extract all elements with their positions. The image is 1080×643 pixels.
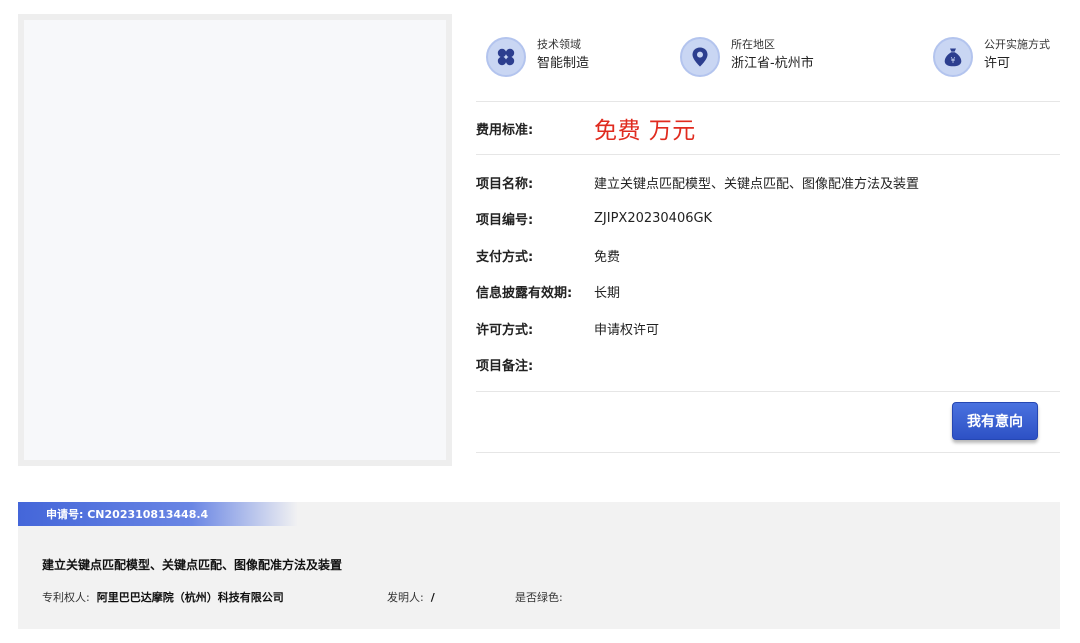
patent-meta: 专利权人: 阿里巴巴达摩院（杭州）科技有限公司 发明人: / 是否绿色: — [42, 589, 566, 605]
detail-label: 支付方式: — [476, 249, 534, 265]
product-image-placeholder — [18, 14, 452, 466]
attr-label: 所在地区 — [731, 38, 775, 51]
detail-value: 长期 — [594, 286, 621, 302]
patent-holder: 专利权人: 阿里巴巴达摩院（杭州）科技有限公司 — [42, 589, 387, 605]
fee-label: 费用标准: — [476, 122, 534, 138]
detail-label: 项目名称: — [476, 176, 534, 192]
divider — [476, 452, 1060, 453]
inventor-label: 发明人: — [387, 591, 424, 604]
attr-tech-field: 技术领域 智能制造 — [486, 36, 589, 77]
detail-row-project-name: 项目名称: 建立关键点匹配模型、关键点匹配、图像配准方法及装置 — [476, 164, 1060, 201]
holder-label: 专利权人: — [42, 591, 90, 604]
attr-value: 许可 — [984, 56, 1011, 71]
attribute-bar: 技术领域 智能制造 所在地区 浙江省-杭州市 ¥ 公开实施方式 许可 — [476, 14, 1060, 101]
attr-implementation: ¥ 公开实施方式 许可 — [933, 36, 1050, 77]
detail-label: 项目备注: — [476, 359, 534, 375]
grid-icon — [486, 37, 526, 77]
attr-value: 浙江省-杭州市 — [731, 56, 814, 71]
intent-button[interactable]: 我有意向 — [952, 402, 1038, 440]
detail-label: 信息披露有效期: — [476, 286, 573, 302]
action-area: 我有意向 — [476, 392, 1060, 452]
detail-value: 建立关键点匹配模型、关键点匹配、图像配准方法及装置 — [594, 176, 920, 192]
patent-inventor: 发明人: / — [387, 589, 515, 605]
detail-row-disclosure-validity: 信息披露有效期: 长期 — [476, 274, 1060, 311]
attr-value: 智能制造 — [537, 56, 590, 71]
detail-row-remarks: 项目备注: — [476, 347, 1060, 384]
detail-row-project-number: 项目编号: ZJIPX20230406GK — [476, 201, 1060, 238]
patent-card: 申请号: CN202310813448.4 建立关键点匹配模型、关键点匹配、图像… — [18, 502, 1060, 629]
attr-label: 公开实施方式 — [984, 38, 1050, 51]
green-label: 是否绿色: — [515, 591, 563, 604]
money-bag-icon: ¥ — [933, 37, 973, 77]
inventor-value: / — [430, 591, 435, 604]
detail-label: 许可方式: — [476, 322, 534, 338]
svg-text:¥: ¥ — [951, 56, 956, 65]
detail-value: 申请权许可 — [594, 322, 660, 338]
attr-label: 技术领域 — [537, 38, 581, 51]
holder-value: 阿里巴巴达摩院（杭州）科技有限公司 — [96, 591, 284, 604]
application-number-banner: 申请号: CN202310813448.4 — [18, 502, 298, 526]
detail-label: 项目编号: — [476, 213, 534, 229]
fee-value: 免费 万元 — [594, 118, 696, 144]
fee-row: 费用标准: 免费 万元 — [476, 102, 1060, 154]
attr-region: 所在地区 浙江省-杭州市 — [680, 36, 814, 77]
patent-green: 是否绿色: — [515, 589, 566, 605]
detail-value: 免费 — [594, 249, 621, 265]
project-info-panel: 技术领域 智能制造 所在地区 浙江省-杭州市 ¥ 公开实施方式 许可 费用标准:… — [476, 14, 1060, 453]
patent-title: 建立关键点匹配模型、关键点匹配、图像配准方法及装置 — [42, 558, 343, 572]
location-pin-icon — [680, 37, 720, 77]
detail-row-license-type: 许可方式: 申请权许可 — [476, 310, 1060, 347]
detail-list: 项目名称: 建立关键点匹配模型、关键点匹配、图像配准方法及装置 项目编号: ZJ… — [476, 155, 1060, 383]
detail-row-payment: 支付方式: 免费 — [476, 237, 1060, 274]
image-area — [24, 20, 446, 460]
detail-value: ZJIPX20230406GK — [594, 211, 713, 227]
